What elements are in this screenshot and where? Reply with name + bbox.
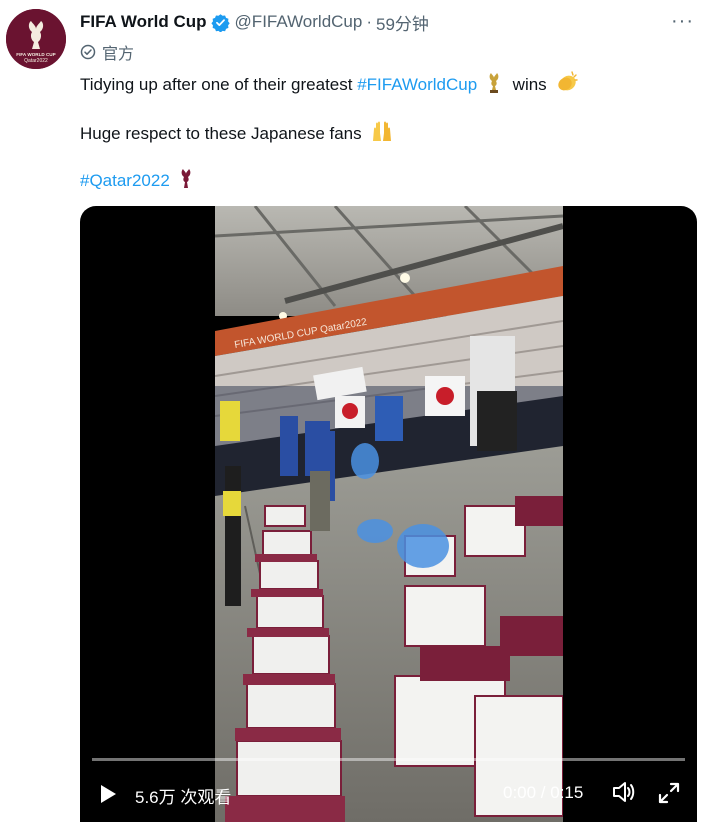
official-label: 官方 xyxy=(80,40,134,64)
raising-hands-icon xyxy=(373,121,392,141)
official-badge-icon xyxy=(80,44,96,60)
user-handle[interactable]: @FIFAWorldCup xyxy=(235,12,363,32)
trophy-icon xyxy=(489,73,499,93)
trophy-emblem-icon xyxy=(181,169,190,188)
svg-text:Qatar2022: Qatar2022 xyxy=(24,58,48,64)
fifa-qatar-logo-icon: FIFA WORLD CUP Qatar2022 xyxy=(6,9,66,69)
video-progress-bar[interactable] xyxy=(92,758,685,761)
video-duration: 0:00 / 0:15 xyxy=(503,783,584,802)
volume-icon[interactable] xyxy=(612,781,636,803)
hashtag-fifaworldcup[interactable]: #FIFAWorldCup xyxy=(357,75,477,94)
play-icon[interactable] xyxy=(98,784,118,804)
clapping-hands-icon xyxy=(558,71,579,91)
display-name[interactable]: FIFA World Cup xyxy=(80,12,207,32)
official-text: 官方 xyxy=(102,46,135,63)
tweet-line-1: Tidying up after one of their greatest #… xyxy=(80,70,680,94)
video-controls: 5.6万 次观看 0:00 / 0:15 xyxy=(80,772,697,812)
tweet-body: Tidying up after one of their greatest #… xyxy=(80,70,680,192)
tweet-text-end: wins xyxy=(512,75,547,94)
separator-dot: · xyxy=(366,12,373,31)
tweet-header: FIFA World Cup @FIFAWorldCup · 59分钟 xyxy=(80,10,429,34)
timestamp[interactable]: 59分钟 xyxy=(376,10,429,35)
tweet-line-3: #Qatar2022 xyxy=(80,168,680,192)
video-player[interactable]: FIFA WORLD CUP Qatar2022 5.6万 次观看 0:00 /… xyxy=(80,206,697,822)
tweet-text-segment: Huge respect to these Japanese fans xyxy=(80,124,362,143)
view-count: 5.6万 次观看 xyxy=(135,788,232,807)
tweet-text-segment: Tidying up after one of their greatest xyxy=(80,75,358,94)
hashtag-qatar2022[interactable]: #Qatar2022 xyxy=(80,171,170,190)
avatar[interactable]: FIFA WORLD CUP Qatar2022 xyxy=(6,9,66,69)
verified-badge-icon xyxy=(210,13,230,32)
svg-text:FIFA WORLD CUP: FIFA WORLD CUP xyxy=(16,52,55,57)
more-icon[interactable]: ··· xyxy=(671,10,694,32)
fullscreen-icon[interactable] xyxy=(658,782,680,804)
video-frame: FIFA WORLD CUP Qatar2022 xyxy=(215,206,563,822)
tweet-line-2: Huge respect to these Japanese fans xyxy=(80,119,680,143)
